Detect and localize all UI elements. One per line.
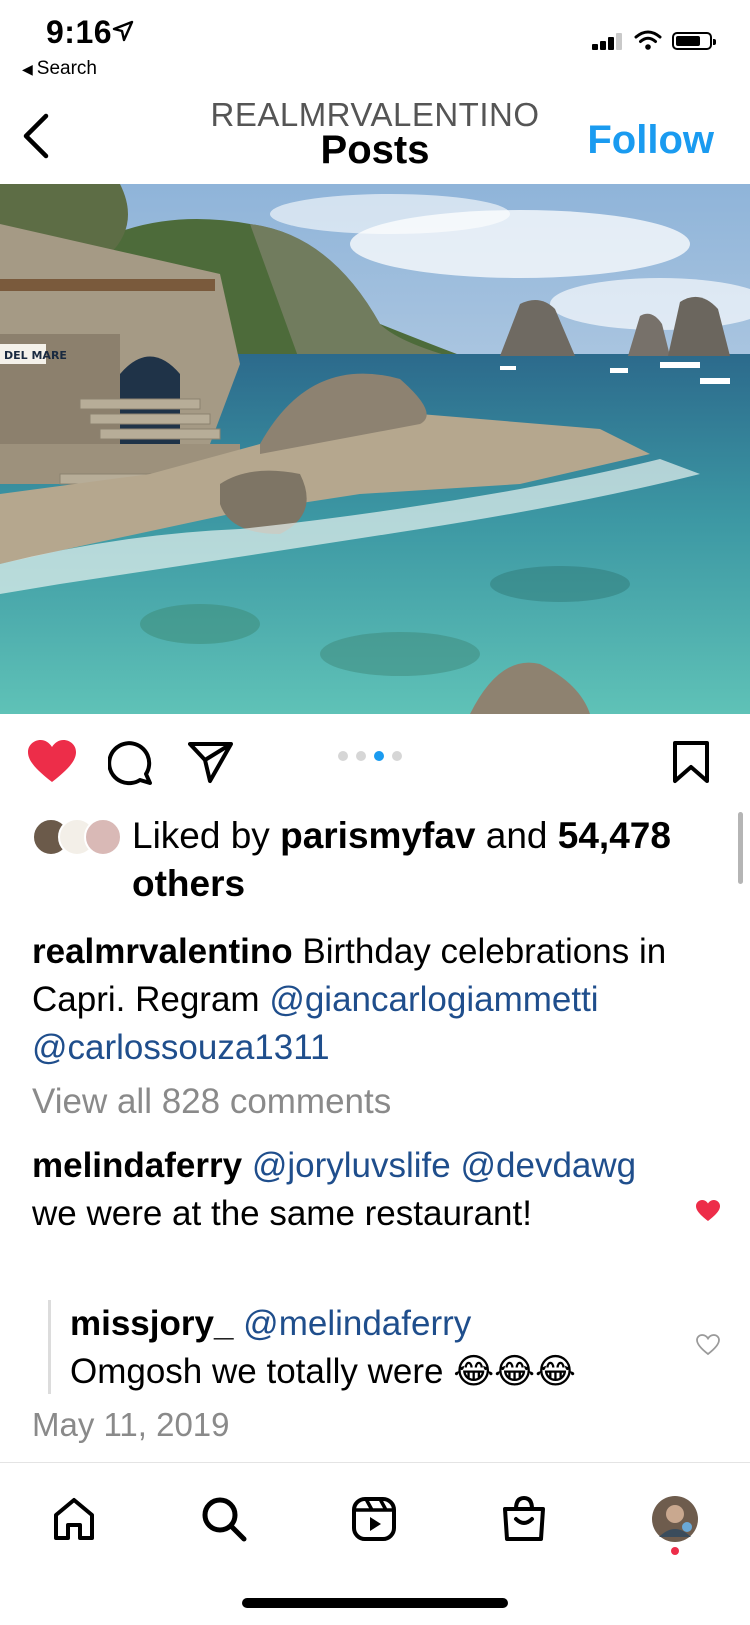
shop-icon[interactable] <box>492 1487 556 1551</box>
back-app-label: Search <box>36 58 97 79</box>
comment-text: we were at the same restaurant! <box>32 1194 532 1233</box>
liked-by-username[interactable]: parismyfav <box>280 815 475 856</box>
post-date: May 11, 2019 <box>32 1406 230 1443</box>
comment: melindaferry @joryluvslife @devdawg we w… <box>32 1142 672 1238</box>
liker-avatar <box>84 818 122 856</box>
cellular-signal-icon <box>592 32 624 50</box>
home-indicator[interactable] <box>242 1598 508 1608</box>
caption-mention[interactable]: @giancarlogiammetti <box>269 980 598 1019</box>
post-photo-illustration: DEL MARE <box>0 184 750 714</box>
carousel-dot <box>392 751 402 761</box>
carousel-dot-active <box>374 751 384 761</box>
likes-middle: and <box>475 815 558 856</box>
view-all-comments-link[interactable]: View all 828 comments <box>32 1082 391 1122</box>
carousel-dot <box>356 751 366 761</box>
caption-mention[interactable]: @carlossouza1311 <box>32 1028 330 1067</box>
likes-summary[interactable]: Liked by parismyfav and 54,478 others <box>132 812 722 908</box>
share-paper-plane-icon[interactable] <box>188 740 234 784</box>
reply-thread-line <box>48 1300 51 1394</box>
heart-filled-icon[interactable] <box>28 740 76 784</box>
comment-mention[interactable]: @joryluvslife <box>252 1146 451 1185</box>
reply-comment: missjory_ @melindaferry Omgosh we totall… <box>70 1300 670 1396</box>
follow-button[interactable]: Follow <box>587 118 714 163</box>
caption-author[interactable]: realmrvalentino <box>32 932 293 971</box>
carousel-dot <box>338 751 348 761</box>
comment-author[interactable]: melindaferry <box>32 1146 242 1185</box>
comment-icon[interactable] <box>108 740 154 786</box>
location-arrow-icon <box>112 20 134 42</box>
liker-avatars[interactable] <box>32 818 122 856</box>
home-icon[interactable] <box>42 1487 106 1551</box>
profile-avatar[interactable] <box>643 1487 707 1551</box>
reply-text: Omgosh we totally were <box>70 1352 444 1391</box>
comment-heart-outline-icon[interactable] <box>696 1334 720 1356</box>
notification-dot <box>671 1547 679 1555</box>
back-triangle-icon: ◀ <box>22 61 33 77</box>
reels-icon[interactable] <box>342 1487 406 1551</box>
likes-count[interactable]: 54,478 <box>558 815 671 856</box>
scrollbar[interactable] <box>738 812 743 884</box>
post-caption: realmrvalentino Birthday celebrations in… <box>32 928 722 1072</box>
reply-author[interactable]: missjory_ <box>70 1304 233 1343</box>
search-icon[interactable] <box>192 1487 256 1551</box>
back-to-search-link[interactable]: ◀ Search <box>22 58 97 80</box>
wifi-icon <box>634 30 662 50</box>
reply-mention[interactable]: @melindaferry <box>243 1304 471 1343</box>
likes-prefix: Liked by <box>132 815 281 856</box>
comment-mention[interactable]: @devdawg <box>460 1146 636 1185</box>
reply-emoji: 😂😂😂 <box>453 1352 576 1391</box>
carousel-indicator <box>338 751 402 761</box>
bookmark-icon[interactable] <box>672 740 710 784</box>
comment-heart-filled-icon[interactable] <box>696 1200 720 1222</box>
likes-suffix[interactable]: others <box>132 863 245 904</box>
battery-icon <box>672 32 716 50</box>
post-photo[interactable]: DEL MARE <box>0 184 750 714</box>
status-icons <box>592 30 716 50</box>
status-time: 9:16 <box>46 14 113 50</box>
svg-text:DEL MARE: DEL MARE <box>4 349 67 362</box>
